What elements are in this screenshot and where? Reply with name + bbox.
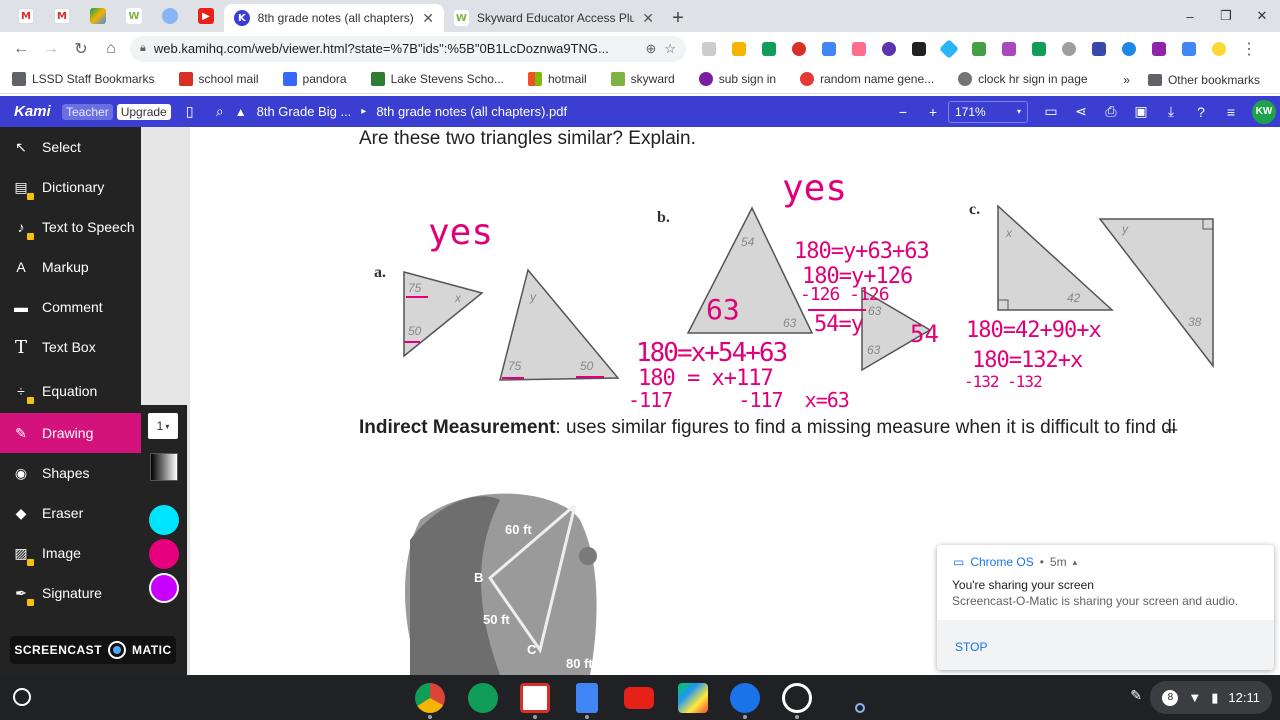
tool-signature[interactable]: ✒ Signature (0, 573, 141, 613)
launcher-icon[interactable] (13, 688, 31, 706)
tool-eraser[interactable]: ◆ Eraser (0, 493, 141, 533)
tool-label: Select (42, 139, 81, 155)
divide-icon: ÷ (10, 380, 34, 404)
tool-text-box[interactable]: T Text Box (0, 327, 141, 367)
app-running-dot (585, 715, 589, 719)
stop-sharing-button[interactable]: STOP (955, 640, 987, 654)
chevron-up-icon[interactable]: ▴ (1073, 557, 1078, 568)
drawing-options-panel: 1 ▾ (141, 405, 187, 675)
notification-count: 8 (1162, 689, 1179, 706)
clock: 12:11 (1228, 690, 1260, 705)
wifi-icon: ▼ (1188, 690, 1202, 705)
battery-icon: ▮ (1211, 689, 1219, 705)
text-icon: T (14, 336, 27, 358)
chrome-icon[interactable] (415, 683, 445, 713)
tool-image[interactable]: ▨ Image (0, 533, 141, 573)
screen-share-notification: ▭ Chrome OS • 5m ▴ You're sharing your s… (937, 545, 1274, 670)
chevron-down-icon: ▾ (165, 421, 170, 431)
youtube-icon[interactable] (624, 687, 654, 709)
lock-icon (27, 559, 34, 566)
screencast-label-left: SCREENCAST (14, 643, 103, 657)
screencast-logo-icon (108, 641, 127, 659)
speaker-icon: ♪ (10, 216, 34, 240)
tool-dictionary[interactable]: ▤ Dictionary (0, 167, 141, 207)
cursor-icon: ↖ (15, 138, 27, 155)
brush-icon: ✎ (15, 424, 27, 441)
tool-shapes[interactable]: ◉ Shapes (0, 453, 141, 493)
notification-title: You're sharing your screen (952, 578, 1094, 592)
tool-select[interactable]: ↖ Select (0, 127, 141, 167)
app-running-dot (533, 715, 537, 719)
kami-sidebar: ↖ Select ▤ Dictionary ♪ Text to Speech A Mar… (0, 127, 141, 675)
lock-icon (27, 233, 34, 240)
screencast-icon[interactable] (782, 683, 812, 713)
color-swatch-magenta[interactable] (149, 539, 179, 569)
notification-source: Chrome OS (970, 555, 1034, 569)
tool-markup[interactable]: A Markup (0, 247, 141, 287)
classroom-icon[interactable] (468, 683, 498, 713)
tool-text-to-speech[interactable]: ♪ Text to Speech (0, 207, 141, 247)
screen: M M W ▶ K 8th grade notes (all chapters)… (0, 0, 1280, 720)
files-icon[interactable] (730, 683, 760, 713)
stroke-size-select[interactable]: 1 ▾ (148, 413, 178, 439)
tool-drawing[interactable]: ✎ Drawing (0, 413, 141, 453)
book-icon: ▤ (10, 176, 34, 200)
notification-header: ▭ Chrome OS • 5m ▴ (953, 555, 1078, 569)
cast-icon: ▭ (953, 555, 965, 569)
gmail-icon[interactable] (520, 683, 550, 713)
stylus-icon[interactable]: ✎ (1130, 687, 1142, 704)
play-store-icon[interactable] (678, 683, 708, 713)
opacity-swatch[interactable] (150, 453, 178, 481)
docs-icon[interactable] (576, 683, 598, 713)
shapes-icon: ◉ (14, 464, 28, 481)
eraser-icon: ◆ (15, 504, 27, 521)
screencast-label-right: MATIC (132, 643, 172, 657)
screencast-watermark: SCREENCAST MATIC (10, 636, 176, 664)
lock-icon (27, 599, 34, 606)
chromeos-shelf: ✎ 8 ▼ ▮ 12:11 (0, 675, 1280, 720)
status-tray[interactable]: 8 ▼ ▮ 12:11 (1150, 681, 1272, 714)
tool-label: Equation (42, 383, 98, 399)
comment-icon: ▬ (14, 299, 28, 315)
tool-label: Markup (42, 259, 89, 275)
app-running-dot (743, 715, 747, 719)
tool-label: Shapes (42, 465, 90, 481)
tool-label: Signature (42, 585, 102, 601)
tool-equation[interactable]: ÷ Equation (0, 371, 141, 411)
tool-label: Image (42, 545, 81, 561)
notification-actions (937, 620, 1274, 670)
markup-icon: A (16, 259, 26, 275)
stroke-size-value: 1 (156, 419, 164, 433)
color-swatch-cyan[interactable] (149, 505, 179, 535)
screencast-small-icon[interactable] (855, 703, 865, 713)
color-swatch-purple[interactable] (149, 573, 179, 603)
tool-label: Drawing (42, 425, 94, 441)
lock-icon (27, 397, 34, 404)
pen-nib-icon: ✒ (10, 582, 34, 606)
notification-age: 5m (1049, 555, 1067, 569)
tool-label: Text to Speech (42, 219, 135, 235)
tool-comment[interactable]: ▬ Comment (0, 287, 141, 327)
tool-label: Text Box (42, 339, 96, 355)
notification-body: Screencast-O-Matic is sharing your scree… (952, 594, 1239, 608)
image-icon: ▨ (10, 542, 34, 566)
app-running-dot (428, 715, 432, 719)
lock-icon (27, 193, 34, 200)
app-running-dot (795, 715, 799, 719)
tool-label: Comment (42, 299, 103, 315)
tool-label: Dictionary (42, 179, 105, 195)
tool-label: Eraser (42, 505, 84, 521)
